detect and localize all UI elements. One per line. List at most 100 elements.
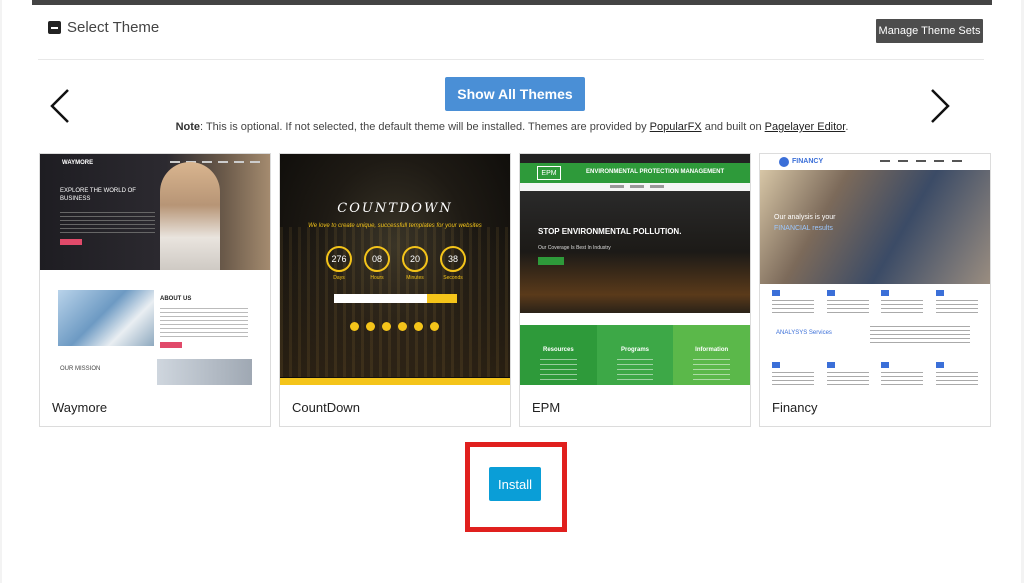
epm-header-title: ENVIRONMENTAL PROTECTION MANAGEMENT xyxy=(586,169,725,175)
timer-caption: Minutes xyxy=(406,275,424,281)
countdown-subscribe-button xyxy=(427,294,457,303)
financy-service xyxy=(881,290,924,314)
financy-service xyxy=(935,290,978,314)
financy-service xyxy=(935,362,978,385)
popularfx-link[interactable]: PopularFX xyxy=(650,121,702,133)
note-middle: and built on xyxy=(701,121,765,133)
countdown-timer: 276 Days 08 Hours 20 Minutes 38 Seconds xyxy=(326,246,466,281)
timer-value: 08 xyxy=(364,246,390,272)
show-all-themes-button[interactable]: Show All Themes xyxy=(445,77,585,111)
section-title: Select Theme xyxy=(67,19,160,36)
epm-cta xyxy=(538,257,564,265)
epm-columns: Resources Programs Information xyxy=(520,325,750,385)
chevron-left-icon[interactable] xyxy=(48,88,72,124)
financy-nav-links xyxy=(880,160,970,162)
financy-hero-line1: Our analysis is your xyxy=(774,214,836,221)
financy-services-row2 xyxy=(772,362,978,385)
social-icon xyxy=(430,322,439,331)
theme-card-waymore[interactable]: WAYMORE EXPLORE THE WORLD OF BUSINESS AB… xyxy=(39,153,271,427)
financy-service xyxy=(772,290,814,314)
waymore-about-lines xyxy=(160,308,248,338)
theme-thumbnail[interactable]: COUNTDOWN We love to create unique, succ… xyxy=(280,154,510,385)
theme-name: EPM xyxy=(532,400,561,415)
financy-services xyxy=(772,290,978,314)
timer-value: 276 xyxy=(326,246,352,272)
countdown-preview: COUNTDOWN We love to create unique, succ… xyxy=(280,154,510,385)
financy-hero-line2: FINANCIAL results xyxy=(774,225,833,232)
financy-nav: FINANCY xyxy=(760,154,990,170)
top-border xyxy=(32,0,992,5)
financy-hero: Our analysis is your FINANCIAL results xyxy=(760,170,990,284)
theme-card-countdown[interactable]: COUNTDOWN We love to create unique, succ… xyxy=(279,153,511,427)
theme-thumbnail[interactable]: FINANCY Our analysis is your FINANCIAL r… xyxy=(760,154,990,385)
section-header[interactable]: Select Theme xyxy=(48,19,159,36)
social-icon xyxy=(366,322,375,331)
theme-thumbnail[interactable]: EPM ENVIRONMENTAL PROTECTION MANAGEMENT … xyxy=(520,154,750,385)
epm-nav xyxy=(520,183,750,191)
divider xyxy=(38,59,984,60)
countdown-title: COUNTDOWN xyxy=(337,201,453,216)
waymore-mission-photo xyxy=(157,359,252,385)
epm-column: Programs xyxy=(596,325,674,385)
note-body: : This is optional. If not selected, the… xyxy=(200,121,650,133)
epm-column: Information xyxy=(673,325,750,385)
install-button[interactable]: Install xyxy=(489,467,541,501)
theme-card-financy[interactable]: FINANCY Our analysis is your FINANCIAL r… xyxy=(759,153,991,427)
note-suffix: . xyxy=(845,121,849,133)
timer-value: 38 xyxy=(440,246,466,272)
waymore-text-lines xyxy=(60,212,155,234)
epm-topbar xyxy=(520,154,750,163)
waymore-office-photo xyxy=(58,290,154,346)
manage-theme-sets-button[interactable]: Manage Theme Sets xyxy=(876,19,983,43)
epm-subline: Our Coverage Is Best In Industry xyxy=(538,245,611,251)
epm-hero: STOP ENVIRONMENTAL POLLUTION. Our Covera… xyxy=(520,191,750,313)
theme-name: Financy xyxy=(772,400,818,415)
left-gutter xyxy=(0,0,2,583)
theme-card-epm[interactable]: EPM ENVIRONMENTAL PROTECTION MANAGEMENT … xyxy=(519,153,751,427)
theme-thumbnail[interactable]: WAYMORE EXPLORE THE WORLD OF BUSINESS AB… xyxy=(40,154,270,385)
epm-headline: STOP ENVIRONMENTAL POLLUTION. xyxy=(538,227,682,236)
minus-square-icon[interactable] xyxy=(48,21,61,34)
timer-caption: Days xyxy=(333,275,345,281)
waymore-mission-heading: OUR MISSION xyxy=(60,366,101,372)
financy-brand: FINANCY xyxy=(792,158,824,165)
waymore-hero-photo xyxy=(160,162,220,270)
waymore-brand: WAYMORE xyxy=(62,160,94,166)
waymore-headline: EXPLORE THE WORLD OF BUSINESS xyxy=(60,188,136,202)
epm-column: Resources xyxy=(520,325,597,385)
timer-value: 20 xyxy=(402,246,428,272)
financy-service xyxy=(772,362,814,385)
theme-name: Waymore xyxy=(52,400,108,415)
countdown-subtitle: We love to create unique, successfull te… xyxy=(308,223,482,229)
financy-service xyxy=(881,362,924,385)
financy-service xyxy=(826,362,869,385)
epm-logo: EPM xyxy=(537,166,561,180)
note-prefix: Note xyxy=(175,121,201,133)
chevron-right-icon[interactable] xyxy=(928,88,952,124)
pagelayer-editor-link[interactable]: Pagelayer Editor xyxy=(765,121,846,133)
timer-unit: 08 Hours xyxy=(364,246,390,281)
countdown-social-icons xyxy=(350,322,439,331)
waymore-body: ABOUT US OUR MISSION xyxy=(40,270,270,385)
waymore-about-cta xyxy=(160,342,182,348)
countdown-footer xyxy=(280,378,510,385)
social-icon xyxy=(414,322,423,331)
note-text: Note: This is optional. If not selected,… xyxy=(0,121,1024,133)
timer-unit: 38 Seconds xyxy=(440,246,466,281)
social-icon xyxy=(382,322,391,331)
financy-logo-icon xyxy=(779,157,789,167)
financy-preview: FINANCY Our analysis is your FINANCIAL r… xyxy=(760,154,990,385)
countdown-email-input xyxy=(334,294,427,303)
timer-caption: Hours xyxy=(370,275,384,281)
waymore-cta xyxy=(60,239,82,245)
timer-caption: Seconds xyxy=(443,275,463,281)
theme-name: CountDown xyxy=(292,400,360,415)
timer-unit: 20 Minutes xyxy=(402,246,428,281)
financy-section-title: ANALYSYS Services xyxy=(776,330,832,336)
epm-preview: EPM ENVIRONMENTAL PROTECTION MANAGEMENT … xyxy=(520,154,750,385)
financy-section-lines xyxy=(870,326,970,344)
social-icon xyxy=(350,322,359,331)
waymore-about-heading: ABOUT US xyxy=(160,296,192,302)
social-icon xyxy=(398,322,407,331)
financy-service xyxy=(826,290,869,314)
